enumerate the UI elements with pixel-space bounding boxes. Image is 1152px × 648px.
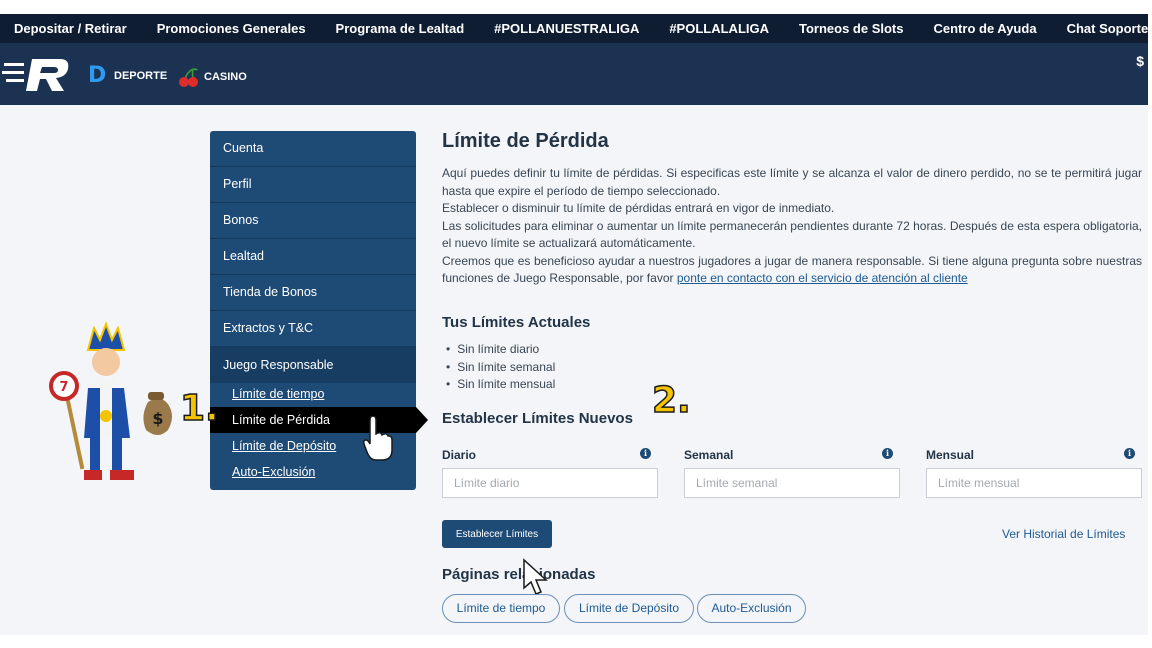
related-pill-auto-exclusion[interactable]: Auto-Exclusión [697,594,806,623]
info-icon[interactable]: i [882,448,893,459]
desc-paragraph-4: Creemos que es beneficioso ayudar a nues… [442,253,1142,286]
brand-bar: D DEPORTE CASINO $ [0,43,1148,105]
list-item: Sin límite diario [446,341,555,359]
svg-text:7: 7 [59,380,68,395]
sidebar-item-bonos[interactable]: Bonos [210,203,416,239]
info-icon[interactable]: i [640,448,651,459]
desc-paragraph-3: Las solicitudes para eliminar o aumentar… [442,218,1142,251]
daily-limit-input[interactable] [442,468,658,498]
page-description: Aquí puedes definir tu límite de pérdida… [442,165,1142,288]
list-item: Sin límite semanal [446,359,555,377]
monthly-limit-input[interactable] [926,468,1142,498]
nav-torneos-slots[interactable]: Torneos de Slots [799,21,904,36]
nav-depositar-retirar[interactable]: Depositar / Retirar [14,21,127,36]
desc-paragraph-2: Establecer o disminuir tu límite de pérd… [442,201,835,215]
contact-support-link[interactable]: ponte en contacto con el servicio de ate… [677,271,968,285]
sidebar-group-juego-responsable[interactable]: Juego Responsable [210,347,416,383]
hand-cursor-icon [363,416,393,461]
sidebar-item-cuenta[interactable]: Cuenta [210,131,416,167]
sidebar-item-extractos[interactable]: Extractos y T&C [210,311,416,347]
svg-text:$: $ [152,409,163,428]
nav-centro-ayuda[interactable]: Centro de Ayuda [934,21,1037,36]
sidebar-item-lealtad[interactable]: Lealtad [210,239,416,275]
nav-pollalaliga[interactable]: #POLLALALIGA [669,21,769,36]
balance-display: $ [1136,53,1144,69]
arrow-cursor-icon [523,558,548,595]
new-limits-heading: Establecer Límites Nuevos [442,410,633,427]
related-pill-limite-deposito[interactable]: Límite de Depósito [564,594,694,623]
sidebar-sub-limite-tiempo[interactable]: Límite de tiempo [232,387,324,401]
nav-promociones[interactable]: Promociones Generales [157,21,306,36]
sidebar-sub-auto-exclusion[interactable]: Auto-Exclusión [232,465,315,479]
king-mascot-illustration: 7 $ [49,321,172,480]
related-pill-limite-tiempo[interactable]: Límite de tiempo [442,594,560,623]
related-pages-heading: Páginas relacionadas [442,566,596,583]
cherry-icon [179,68,198,87]
active-pointer-arrow [416,407,428,433]
set-limits-button[interactable]: Establecer Límites [442,520,552,548]
daily-limit-label: Diario [442,448,477,462]
page-title: Límite de Pérdida [442,130,609,152]
brand-logo[interactable] [2,55,72,95]
casino-link[interactable]: CASINO [178,66,247,88]
deporte-icon: D [88,63,107,88]
weekly-limit-input[interactable] [684,468,900,498]
nav-programa-lealtad[interactable]: Programa de Lealtad [336,21,465,36]
top-navigation: Depositar / Retirar Promociones Generale… [0,14,1148,43]
nav-pollanuestraliga[interactable]: #POLLANUESTRALIGA [494,21,639,36]
sidebar-sub-limite-perdida[interactable]: Límite de Pérdida [232,413,330,427]
deporte-link[interactable]: D DEPORTE [88,63,167,88]
sidebar-item-tienda-bonos[interactable]: Tienda de Bonos [210,275,416,311]
sidebar-sub-limite-deposito[interactable]: Límite de Depósito [232,439,336,453]
current-limits-list: Sin límite diario Sin límite semanal Sin… [446,341,555,394]
desc-paragraph-1: Aquí puedes definir tu límite de pérdida… [442,166,1142,198]
sidebar-item-perfil[interactable]: Perfil [210,167,416,203]
nav-chat-soporte[interactable]: Chat Soporte [1067,21,1149,36]
step-2-annotation: 2. [651,379,691,422]
step-1-annotation: 1. [179,387,219,430]
limit-history-link[interactable]: Ver Historial de Límites [1002,527,1125,541]
weekly-limit-label: Semanal [684,448,734,462]
list-item: Sin límite mensual [446,376,555,394]
current-limits-heading: Tus Límites Actuales [442,314,591,331]
monthly-limit-label: Mensual [926,448,975,462]
info-icon[interactable]: i [1124,448,1135,459]
